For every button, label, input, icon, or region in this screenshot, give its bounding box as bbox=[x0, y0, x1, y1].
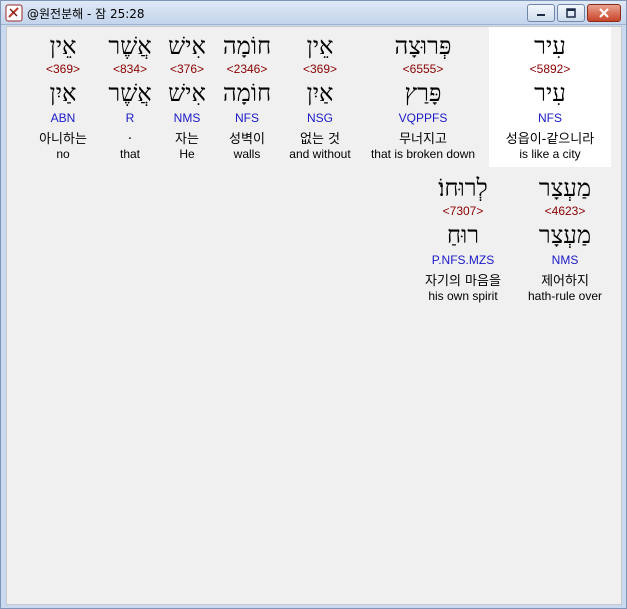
morphology-code: NFS bbox=[538, 111, 562, 125]
word-cell[interactable]: לְרוּחוֹ׃ <7307> רוּחַ P.NFS.MZS 자기의 마음을… bbox=[413, 169, 513, 309]
maximize-button[interactable] bbox=[557, 4, 585, 22]
hebrew-word: אֲשֶׁר bbox=[108, 32, 152, 60]
hebrew-word: אֵין bbox=[306, 32, 334, 60]
strong-number[interactable]: <369> bbox=[27, 62, 99, 76]
strong-number[interactable]: <5892> bbox=[489, 62, 611, 76]
morphology-code: NMS bbox=[173, 111, 201, 125]
english-gloss: that is broken down bbox=[370, 147, 476, 161]
english-gloss: walls bbox=[233, 147, 261, 161]
english-gloss: He bbox=[179, 147, 195, 161]
korean-gloss: 성읍이-같으니라 bbox=[505, 132, 595, 147]
window-title: @원전분해 - 잠 25:28 bbox=[27, 7, 145, 21]
hebrew-lemma: פָּרַץ bbox=[404, 79, 442, 107]
morphology-code: NFS bbox=[235, 111, 259, 125]
strong-number[interactable]: <4623> bbox=[519, 204, 611, 218]
hebrew-lemma: אִישׁ bbox=[168, 79, 206, 107]
strong-number[interactable]: <6555> bbox=[363, 62, 483, 76]
hebrew-word: לְרוּחוֹ׃ bbox=[438, 174, 488, 202]
maximize-icon bbox=[566, 8, 576, 18]
english-gloss: is like a city bbox=[519, 147, 581, 161]
minimize-button[interactable] bbox=[527, 4, 555, 22]
english-gloss: hath-rule over bbox=[527, 289, 603, 303]
hebrew-lemma: חוֹמָה bbox=[222, 79, 272, 107]
app-window: @원전분해 - 잠 25:28 עִיר <5892> עִיר NFS 성읍이… bbox=[0, 0, 627, 609]
hebrew-word: פְּרוּצָה bbox=[394, 32, 452, 60]
korean-gloss: 자는 bbox=[175, 132, 199, 147]
hebrew-word: אִישׁ bbox=[168, 32, 206, 60]
close-icon bbox=[599, 8, 609, 18]
korean-gloss: 제어하지 bbox=[541, 274, 589, 289]
strong-number[interactable]: <376> bbox=[163, 62, 211, 76]
english-gloss: no bbox=[56, 147, 70, 161]
english-gloss: and without bbox=[289, 147, 351, 161]
strong-number[interactable]: <834> bbox=[105, 62, 155, 76]
korean-gloss: 없는 것 bbox=[299, 132, 340, 147]
morphology-code: ABN bbox=[50, 111, 76, 125]
word-cell[interactable]: אֲשֶׁר <834> אֲשֶׁר R . that bbox=[105, 27, 155, 167]
word-row: מַעְצָר <4623> מַעְצָר NMS 제어하지 hath-rul… bbox=[7, 169, 621, 309]
hebrew-lemma: אַיִן bbox=[49, 79, 77, 107]
korean-gloss: . bbox=[127, 128, 133, 143]
word-cell[interactable]: עִיר <5892> עִיר NFS 성읍이-같으니라 is like a … bbox=[489, 27, 611, 167]
word-row: עִיר <5892> עִיר NFS 성읍이-같으니라 is like a … bbox=[7, 27, 621, 167]
korean-gloss: 무너지고 bbox=[399, 132, 447, 147]
hebrew-lemma: אֲשֶׁר bbox=[108, 79, 152, 107]
word-cell[interactable]: פְּרוּצָה <6555> פָּרַץ VQPPFS 무너지고 that… bbox=[363, 27, 483, 167]
english-gloss: his own spirit bbox=[428, 289, 498, 303]
hebrew-word: מַעְצָר bbox=[538, 174, 592, 202]
close-button[interactable] bbox=[587, 4, 621, 22]
word-cell[interactable]: חוֹמָה <2346> חוֹמָה NFS 성벽이 walls bbox=[217, 27, 277, 167]
hebrew-lemma: רוּחַ bbox=[446, 221, 480, 249]
hebrew-word: עִיר bbox=[534, 32, 566, 60]
hebrew-lemma: עִיר bbox=[534, 79, 566, 107]
hebrew-word: אֵין bbox=[49, 32, 77, 60]
morphology-code: NMS bbox=[551, 253, 579, 267]
korean-gloss: 자기의 마음을 bbox=[425, 274, 501, 289]
strong-number[interactable]: <7307> bbox=[413, 204, 513, 218]
korean-gloss: 성벽이 bbox=[229, 132, 265, 147]
word-cell[interactable]: אֵין <369> אַיִן ABN 아니하는 no bbox=[27, 27, 99, 167]
app-logo-icon bbox=[5, 4, 23, 22]
strong-number[interactable]: <2346> bbox=[217, 62, 277, 76]
english-gloss: that bbox=[119, 147, 140, 161]
word-cell[interactable]: מַעְצָר <4623> מַעְצָר NMS 제어하지 hath-rul… bbox=[519, 169, 611, 309]
hebrew-lemma: אַיִן bbox=[306, 79, 334, 107]
morphology-code: R bbox=[125, 111, 135, 125]
word-cell[interactable]: אֵין <369> אַיִן NSG 없는 것 and without bbox=[283, 27, 357, 167]
strong-number[interactable]: <369> bbox=[283, 62, 357, 76]
word-cell[interactable]: אִישׁ <376> אִישׁ NMS 자는 He bbox=[163, 27, 211, 167]
morphology-code: P.NFS.MZS bbox=[431, 253, 495, 267]
minimize-icon bbox=[537, 14, 545, 16]
hebrew-lemma: מַעְצָר bbox=[538, 221, 592, 249]
hebrew-word: חוֹמָה bbox=[222, 32, 272, 60]
verse-analysis-panel: עִיר <5892> עִיר NFS 성읍이-같으니라 is like a … bbox=[6, 26, 622, 605]
korean-gloss: 아니하는 bbox=[39, 132, 87, 147]
title-bar[interactable]: @원전분해 - 잠 25:28 bbox=[1, 1, 626, 25]
morphology-code: VQPPFS bbox=[398, 111, 448, 125]
morphology-code: NSG bbox=[306, 111, 333, 125]
